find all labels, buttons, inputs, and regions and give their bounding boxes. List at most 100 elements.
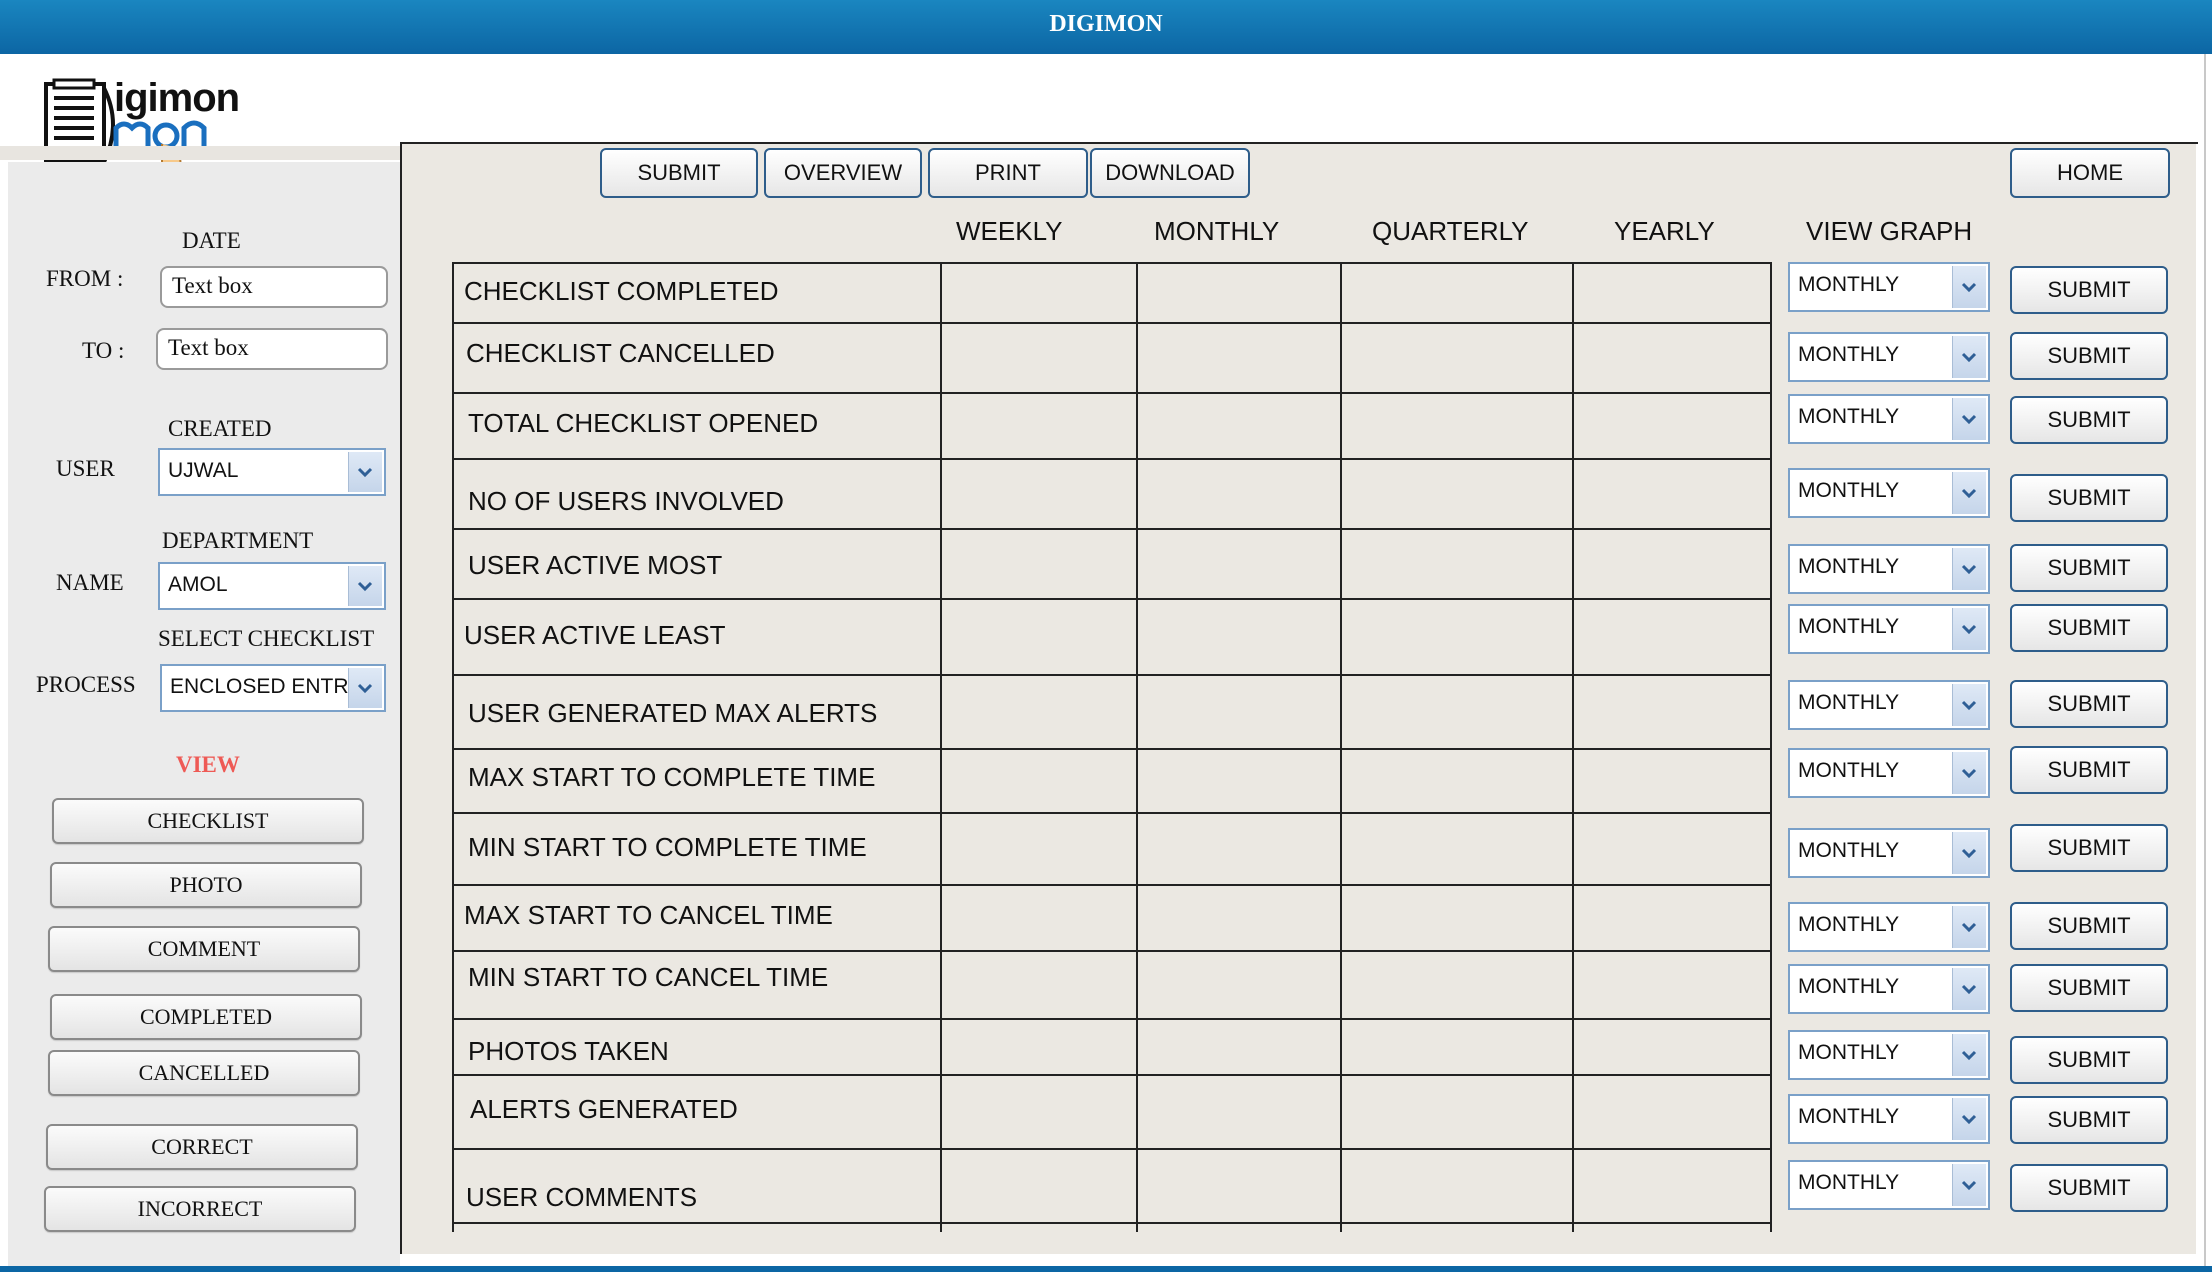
row-label: USER GENERATED MAX ALERTS bbox=[468, 698, 878, 728]
chevron-down-icon bbox=[348, 566, 382, 606]
column-view-graph: VIEW GRAPH bbox=[1806, 216, 1973, 246]
row-label: NO OF USERS INVOLVED bbox=[468, 486, 784, 516]
graph-period-select[interactable]: MONTHLY bbox=[1788, 828, 1990, 878]
overview-button[interactable]: OVERVIEW bbox=[764, 148, 922, 198]
view-incorrect-button[interactable]: INCORRECT bbox=[44, 1186, 356, 1232]
row-submit-button[interactable]: SUBMIT bbox=[2010, 824, 2168, 872]
row-submit-button[interactable]: SUBMIT bbox=[2010, 266, 2168, 314]
sidebar-top-strip bbox=[0, 146, 400, 160]
graph-period-select[interactable]: MONTHLY bbox=[1788, 902, 1990, 952]
graph-period-select[interactable]: MONTHLY bbox=[1788, 680, 1990, 730]
graph-period-select[interactable]: MONTHLY bbox=[1788, 1030, 1990, 1080]
graph-period-value: MONTHLY bbox=[1798, 1105, 1900, 1128]
graph-period-select[interactable]: MONTHLY bbox=[1788, 1160, 1990, 1210]
submit-button[interactable]: SUBMIT bbox=[600, 148, 758, 198]
table-row-divider bbox=[452, 262, 1772, 264]
graph-period-select[interactable]: MONTHLY bbox=[1788, 394, 1990, 444]
name-label: NAME bbox=[56, 570, 124, 595]
graph-period-select[interactable]: MONTHLY bbox=[1788, 262, 1990, 312]
from-date-input[interactable]: Text box bbox=[160, 266, 388, 308]
print-button[interactable]: PRINT bbox=[928, 148, 1088, 198]
chevron-down-icon bbox=[348, 452, 382, 492]
chevron-down-icon bbox=[1952, 548, 1986, 590]
table-column-divider bbox=[1340, 262, 1342, 1232]
process-select[interactable]: ENCLOSED ENTRY bbox=[160, 664, 386, 712]
graph-period-select[interactable]: MONTHLY bbox=[1788, 964, 1990, 1014]
graph-period-value: MONTHLY bbox=[1798, 1171, 1900, 1194]
app-title: DIGIMON bbox=[1049, 11, 1163, 37]
to-label: TO : bbox=[82, 338, 125, 363]
table-column-divider bbox=[1572, 262, 1574, 1232]
column-monthly: MONTHLY bbox=[1154, 216, 1280, 246]
row-submit-button[interactable]: SUBMIT bbox=[2010, 964, 2168, 1012]
graph-period-select[interactable]: MONTHLY bbox=[1788, 544, 1990, 594]
date-label: DATE bbox=[182, 228, 241, 253]
table-row-divider bbox=[452, 322, 1772, 324]
table-row-divider bbox=[452, 1222, 1772, 1224]
created-label: CREATED bbox=[168, 416, 272, 441]
table-row-divider bbox=[452, 674, 1772, 676]
graph-period-value: MONTHLY bbox=[1798, 479, 1900, 502]
graph-period-select[interactable]: MONTHLY bbox=[1788, 748, 1990, 798]
row-submit-button[interactable]: SUBMIT bbox=[2010, 544, 2168, 592]
table-row-divider bbox=[452, 884, 1772, 886]
graph-period-select[interactable]: MONTHLY bbox=[1788, 332, 1990, 382]
view-correct-button[interactable]: CORRECT bbox=[46, 1124, 358, 1170]
row-submit-button[interactable]: SUBMIT bbox=[2010, 1036, 2168, 1084]
chevron-down-icon bbox=[1952, 608, 1986, 650]
view-checklist-button[interactable]: CHECKLIST bbox=[52, 798, 364, 844]
graph-period-value: MONTHLY bbox=[1798, 1041, 1900, 1064]
graph-period-value: MONTHLY bbox=[1798, 691, 1900, 714]
row-label: USER ACTIVE LEAST bbox=[464, 620, 726, 650]
table-column-divider bbox=[1770, 262, 1772, 1232]
to-date-input[interactable]: Text box bbox=[156, 328, 388, 370]
column-weekly: WEEKLY bbox=[956, 216, 1063, 246]
row-submit-button[interactable]: SUBMIT bbox=[2010, 1096, 2168, 1144]
table-row-divider bbox=[452, 598, 1772, 600]
row-submit-button[interactable]: SUBMIT bbox=[2010, 746, 2168, 794]
graph-period-value: MONTHLY bbox=[1798, 615, 1900, 638]
from-label: FROM : bbox=[46, 266, 124, 291]
table-column-divider bbox=[940, 262, 942, 1232]
chevron-down-icon bbox=[1952, 1034, 1986, 1076]
user-select[interactable]: UJWAL bbox=[158, 448, 386, 496]
graph-period-select[interactable]: MONTHLY bbox=[1788, 1094, 1990, 1144]
column-yearly: YEARLY bbox=[1614, 216, 1715, 246]
row-submit-button[interactable]: SUBMIT bbox=[2010, 604, 2168, 652]
chevron-down-icon bbox=[1952, 684, 1986, 726]
table-row-divider bbox=[452, 950, 1772, 952]
user-label: USER bbox=[56, 456, 115, 481]
chevron-down-icon bbox=[1952, 752, 1986, 794]
graph-period-value: MONTHLY bbox=[1798, 273, 1900, 296]
view-photo-button[interactable]: PHOTO bbox=[50, 862, 362, 908]
graph-period-value: MONTHLY bbox=[1798, 913, 1900, 936]
chevron-down-icon bbox=[1952, 266, 1986, 308]
row-submit-button[interactable]: SUBMIT bbox=[2010, 474, 2168, 522]
report-table bbox=[452, 262, 1772, 1232]
row-submit-button[interactable]: SUBMIT bbox=[2010, 680, 2168, 728]
row-submit-button[interactable]: SUBMIT bbox=[2010, 1164, 2168, 1212]
name-select[interactable]: AMOL bbox=[158, 562, 386, 610]
view-section-title: VIEW bbox=[176, 752, 240, 777]
row-submit-button[interactable]: SUBMIT bbox=[2010, 332, 2168, 380]
row-submit-button[interactable]: SUBMIT bbox=[2010, 396, 2168, 444]
user-select-value: UJWAL bbox=[168, 459, 239, 482]
graph-period-value: MONTHLY bbox=[1798, 405, 1900, 428]
graph-period-value: MONTHLY bbox=[1798, 975, 1900, 998]
row-label: ALERTS GENERATED bbox=[470, 1094, 738, 1124]
view-cancelled-button[interactable]: CANCELLED bbox=[48, 1050, 360, 1096]
home-button[interactable]: HOME bbox=[2010, 148, 2170, 198]
row-submit-button[interactable]: SUBMIT bbox=[2010, 902, 2168, 950]
table-column-divider bbox=[452, 262, 454, 1232]
window-right-edge bbox=[2204, 54, 2206, 1266]
view-completed-button[interactable]: COMPLETED bbox=[50, 994, 362, 1040]
chevron-down-icon bbox=[1952, 472, 1986, 514]
row-label: CHECKLIST COMPLETED bbox=[464, 276, 779, 306]
chevron-down-icon bbox=[1952, 1164, 1986, 1206]
graph-period-select[interactable]: MONTHLY bbox=[1788, 468, 1990, 518]
chevron-down-icon bbox=[348, 668, 382, 708]
graph-period-select[interactable]: MONTHLY bbox=[1788, 604, 1990, 654]
download-button[interactable]: DOWNLOAD bbox=[1090, 148, 1250, 198]
view-comment-button[interactable]: COMMENT bbox=[48, 926, 360, 972]
graph-period-value: MONTHLY bbox=[1798, 759, 1900, 782]
